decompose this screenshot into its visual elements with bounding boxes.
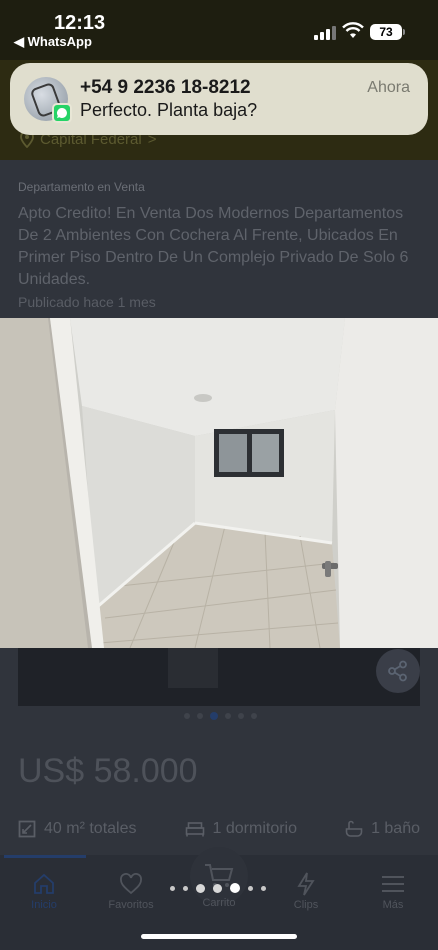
status-bar: 12:13 ◀ WhatsApp 73: [0, 0, 438, 60]
screen: 12:13 ◀ WhatsApp 73 Capital Federal > De…: [0, 0, 438, 950]
listing-detail: Departamento en Venta Apto Credito! En V…: [0, 160, 438, 950]
listing-title: Apto Credito! En Venta Dos Modernos Depa…: [18, 205, 409, 288]
carousel-dot[interactable]: [238, 713, 244, 719]
bed-icon: [185, 822, 204, 837]
listing-photo[interactable]: [0, 318, 438, 648]
nav-favorites-label: Favoritos: [108, 899, 154, 911]
back-to-app-link[interactable]: ◀ WhatsApp: [14, 34, 92, 50]
notification-sender: +54 9 2236 18-8212: [80, 77, 251, 98]
cellular-signal-icon: [314, 26, 336, 40]
bathtub-icon: [345, 820, 363, 837]
nav-active-indicator: [4, 855, 86, 858]
page-indicator-dots: [170, 883, 266, 893]
photo-carousel-dots: [184, 712, 257, 720]
wifi-icon: [342, 22, 364, 38]
whatsapp-notification[interactable]: +54 9 2236 18-8212 Perfecto. Planta baja…: [10, 63, 428, 135]
nav-cart[interactable]: Carrito: [184, 897, 254, 909]
nav-clips[interactable]: Clips: [271, 871, 341, 911]
page-dot: [196, 883, 205, 893]
nav-more[interactable]: Más: [358, 871, 428, 911]
area-icon: [18, 820, 36, 838]
feature-area-label: 40 m² totales: [44, 820, 137, 837]
heart-icon: [120, 873, 142, 895]
nav-clips-label: Clips: [293, 899, 319, 911]
lightning-icon: [297, 872, 315, 896]
page-dot: [261, 885, 266, 891]
battery-icon: 73: [370, 24, 402, 40]
nav-more-label: Más: [382, 899, 404, 911]
whatsapp-icon: [52, 103, 72, 123]
home-icon: [34, 873, 54, 894]
page-dot: [170, 885, 175, 891]
nav-home-label: Inicio: [31, 899, 57, 911]
listing-category: Departamento en Venta: [18, 180, 145, 194]
nav-cart-label: Carrito: [202, 897, 236, 909]
feature-bathrooms: 1 baño: [345, 820, 420, 838]
status-time: 12:13: [54, 12, 106, 34]
carousel-dot[interactable]: [251, 713, 257, 719]
carousel-dot-active[interactable]: [210, 712, 218, 720]
page-dot: [213, 883, 222, 893]
listing-price: US$ 58.000: [18, 752, 198, 790]
listing-features: 40 m² totales 1 dormitorio 1 baño: [18, 820, 420, 838]
page-dot: [248, 885, 253, 891]
nav-favorites[interactable]: Favoritos: [96, 871, 166, 911]
menu-icon: [382, 876, 404, 892]
page-dot: [183, 885, 188, 891]
feature-bedrooms: 1 dormitorio: [185, 820, 297, 838]
battery-tip: [403, 29, 405, 35]
carousel-dot[interactable]: [197, 713, 203, 719]
page-dot-active: [230, 883, 240, 893]
home-indicator[interactable]: [141, 934, 297, 939]
share-icon: [388, 660, 407, 682]
nav-home[interactable]: Inicio: [9, 871, 79, 911]
feature-bedrooms-label: 1 dormitorio: [212, 820, 298, 837]
carousel-dot[interactable]: [184, 713, 190, 719]
notification-time: Ahora: [367, 79, 410, 96]
feature-area: 40 m² totales: [18, 820, 136, 838]
notification-message: Perfecto. Planta baja?: [80, 100, 258, 120]
share-button[interactable]: [376, 649, 420, 693]
published-date: Publicado hace 1 mes: [18, 294, 156, 310]
carousel-dot[interactable]: [225, 713, 231, 719]
feature-bathrooms-label: 1 baño: [371, 820, 420, 837]
photo-strip: [18, 648, 420, 706]
